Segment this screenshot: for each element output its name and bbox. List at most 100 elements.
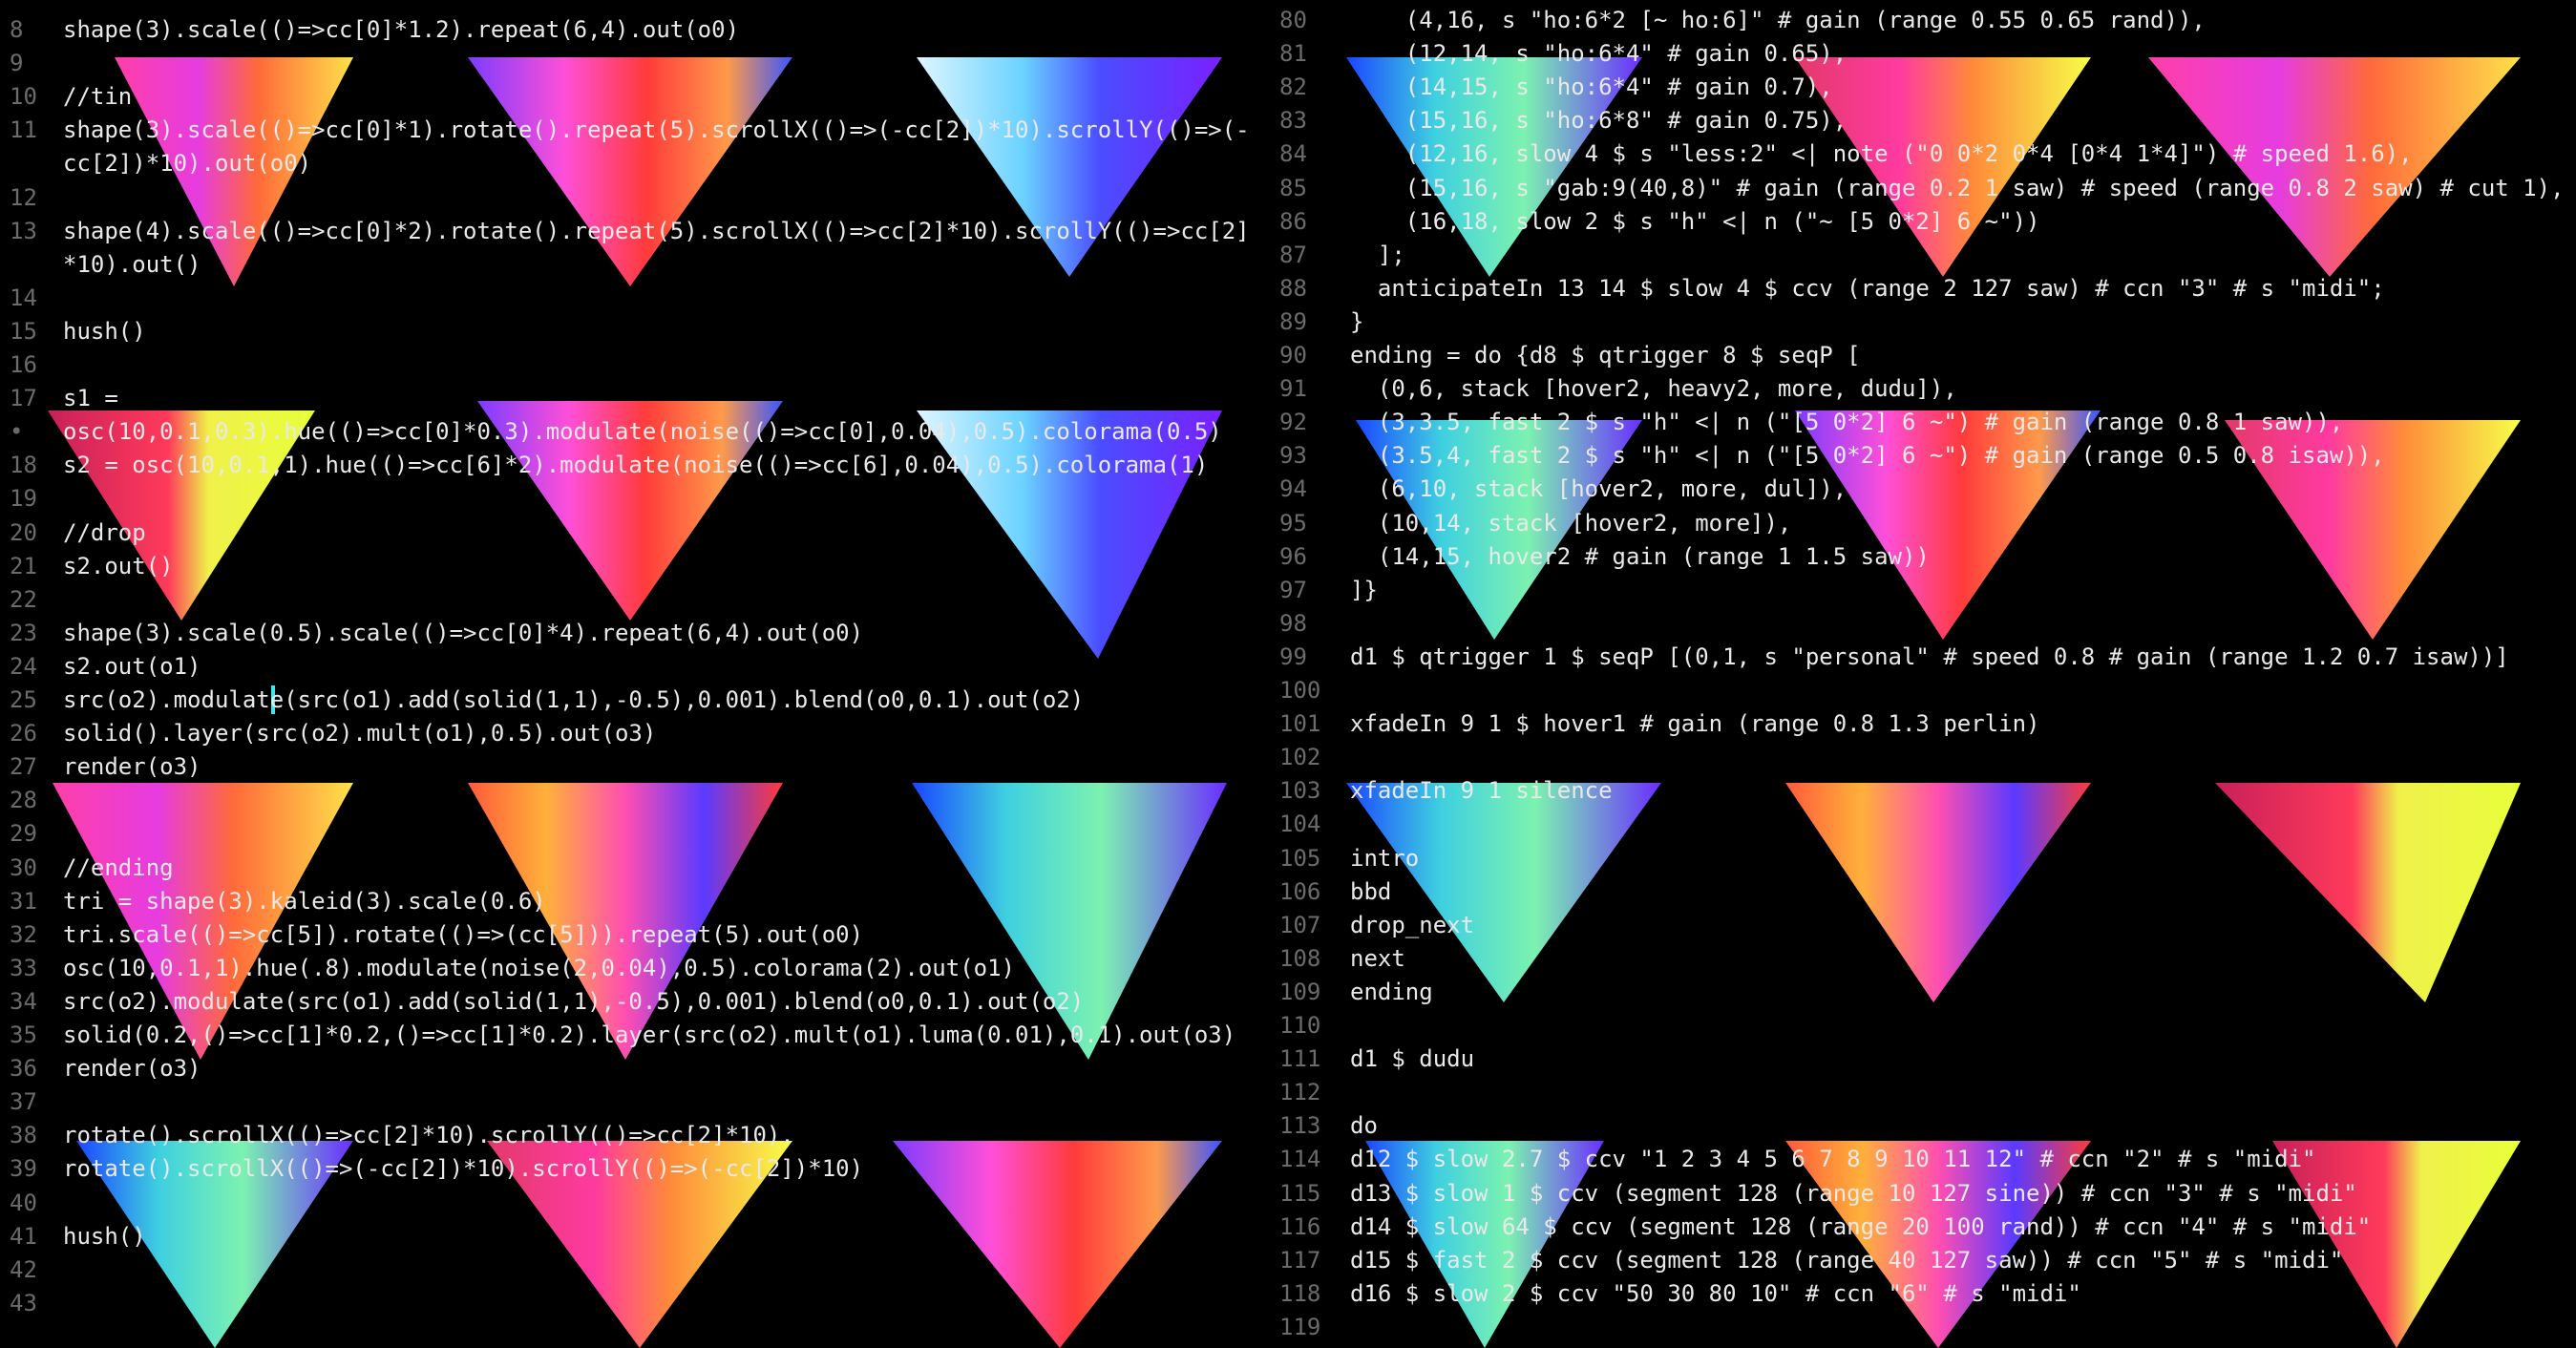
code-text[interactable]: (15,16, s "ho:6*8" # gain 0.75), (1350, 104, 1847, 137)
code-text[interactable]: hush() (63, 1220, 146, 1253)
code-line[interactable]: 17 s1 = (0, 382, 1270, 415)
code-line[interactable]: 106 bbd (1270, 875, 2576, 909)
code-line[interactable]: 82 (14,15, s "ho:6*4" # gain 0.7), (1270, 71, 2576, 104)
code-text[interactable]: cc[2])*10).out(o0) (63, 147, 311, 180)
code-text[interactable]: shape(3).scale(0.5).scale(()=>cc[0]*4).r… (63, 617, 863, 650)
code-line[interactable]: 90 ending = do {d8 $ qtrigger 8 $ seqP [ (1270, 339, 2576, 372)
code-line[interactable]: 42 (0, 1253, 1270, 1287)
code-text[interactable]: src(o2).modulate(src(o1).add(solid(1,1),… (63, 684, 1084, 717)
code-text[interactable]: (15,16, s "gab:9(40,8)" # gain (range 0.… (1350, 172, 2565, 205)
code-line[interactable]: 40 (0, 1187, 1270, 1220)
code-text[interactable]: } (1350, 305, 1363, 339)
code-line[interactable]: 112 (1270, 1076, 2576, 1109)
code-text[interactable]: s2 = osc(10,0.1,1).hue(()=>cc[6]*2).modu… (63, 449, 1208, 482)
code-line[interactable]: 10 //tin (0, 80, 1270, 114)
code-line[interactable]: 89} (1270, 305, 2576, 339)
code-text[interactable]: s1 = (63, 382, 118, 415)
code-line[interactable]: 98 (1270, 607, 2576, 641)
code-line[interactable]: *10).out() (0, 248, 1270, 282)
code-text[interactable]: d12 $ slow 2.7 $ ccv "1 2 3 4 5 6 7 8 9 … (1350, 1143, 2315, 1176)
code-text[interactable]: solid().layer(src(o2).mult(o1),0.5).out(… (63, 717, 656, 750)
code-line[interactable]: 88 anticipateIn 13 14 $ slow 4 $ ccv (ra… (1270, 272, 2576, 305)
code-text[interactable]: solid(0.2,()=>cc[1]*0.2,()=>cc[1]*0.2).l… (63, 1019, 1235, 1052)
code-line[interactable]: 100 (1270, 674, 2576, 707)
code-line[interactable]: 94 (6,10, stack [hover2, more, dul]), (1270, 473, 2576, 506)
code-line[interactable]: 80 (4,16, s "ho:6*2 [~ ho:6]" # gain (ra… (1270, 4, 2576, 37)
code-line[interactable]: 84 (12,16, slow 4 $ s "less:2" <| note (… (1270, 137, 2576, 171)
code-text[interactable]: next (1350, 942, 1405, 976)
code-text[interactable]: anticipateIn 13 14 $ slow 4 $ ccv (range… (1350, 272, 2385, 305)
code-line[interactable]: 13 shape(4).scale(()=>cc[0]*2).rotate().r… (0, 215, 1270, 248)
code-line[interactable]: 103 xfadeIn 9 1 silence (1270, 774, 2576, 808)
code-text[interactable]: render(o3) (63, 750, 201, 784)
code-line[interactable]: 108 next (1270, 942, 2576, 976)
code-line[interactable]: 104 (1270, 808, 2576, 841)
code-line[interactable]: 93 (3.5,4, fast 2 $ s "h" <| n ("[5 0*2]… (1270, 439, 2576, 473)
code-text[interactable]: shape(3).scale(()=>cc[0]*1).rotate().rep… (63, 114, 1250, 147)
code-line[interactable]: 41 hush() (0, 1220, 1270, 1253)
code-text[interactable]: d13 $ slow 1 $ ccv (segment 128 (range 1… (1350, 1177, 2357, 1211)
left-code-editor[interactable]: 8 shape(3).scale(()=>cc[0]*1.2).repeat(6,… (0, 0, 1270, 1348)
code-text[interactable]: s2.out() (63, 550, 174, 583)
code-text[interactable]: src(o2).modulate(src(o1).add(solid(1,1),… (63, 985, 1084, 1019)
code-line[interactable]: cc[2])*10).out(o0) (0, 147, 1270, 180)
code-text[interactable]: d1 $ dudu (1350, 1043, 1474, 1076)
code-line[interactable]: 97]} (1270, 574, 2576, 607)
code-text[interactable]: tri.scale(()=>cc[5]).rotate(()=>(cc[5]))… (63, 918, 863, 952)
code-text[interactable]: osc(10,0.1,1).hue(.8).modulate(noise(2,0… (63, 952, 1015, 985)
code-line[interactable]: 109 ending (1270, 976, 2576, 1009)
code-text[interactable]: d14 $ slow 64 $ ccv (segment 128 (range … (1350, 1211, 2371, 1244)
code-text[interactable]: xfadeIn 9 1 $ hover1 # gain (range 0.8 1… (1350, 707, 2039, 741)
code-text[interactable]: d15 $ fast 2 $ ccv (segment 128 (range 4… (1350, 1244, 2343, 1277)
code-text[interactable]: (10,14, stack [hover2, more]), (1350, 507, 1791, 540)
code-line[interactable]: 37 (0, 1085, 1270, 1119)
code-line[interactable]: 34 src(o2).modulate(src(o1).add(solid(1,1… (0, 985, 1270, 1019)
code-line[interactable]: 86 (16,18, slow 2 $ s "h" <| n ("~ [5 0*… (1270, 205, 2576, 239)
code-line[interactable]: 113 do (1270, 1109, 2576, 1143)
code-text[interactable]: intro (1350, 842, 1419, 875)
code-text[interactable]: shape(3).scale(()=>cc[0]*1.2).repeat(6,4… (63, 13, 739, 47)
code-line[interactable]: 12 (0, 181, 1270, 215)
code-line[interactable]: 35 solid(0.2,()=>cc[1]*0.2,()=>cc[1]*0.2)… (0, 1019, 1270, 1052)
code-line[interactable]: 119 (1270, 1311, 2576, 1344)
code-line[interactable]: 36 render(o3) (0, 1052, 1270, 1085)
code-line[interactable]: 15 hush() (0, 315, 1270, 348)
code-line[interactable]: 95 (10,14, stack [hover2, more]), (1270, 507, 2576, 540)
code-text[interactable]: ]; (1350, 239, 1405, 272)
code-text[interactable]: d16 $ slow 2 $ ccv "50 30 80 10" # ccn "… (1350, 1277, 2081, 1311)
code-text[interactable]: d1 $ qtrigger 1 $ seqP [(0,1, s "persona… (1350, 641, 2509, 674)
code-line[interactable]: 14 (0, 282, 1270, 315)
code-text[interactable]: (12,16, slow 4 $ s "less:2" <| note ("0 … (1350, 137, 2413, 171)
code-line[interactable]: 16 (0, 348, 1270, 382)
code-text[interactable]: *10).out() (63, 248, 201, 282)
code-text[interactable]: xfadeIn 9 1 silence (1350, 774, 1613, 808)
code-line[interactable]: 85 (15,16, s "gab:9(40,8)" # gain (range… (1270, 172, 2576, 205)
code-text[interactable]: (3.5,4, fast 2 $ s "h" <| n ("[5 0*2] 6 … (1350, 439, 2385, 473)
code-line[interactable]: 29 (0, 817, 1270, 851)
code-text[interactable]: //tin (63, 80, 132, 114)
code-line[interactable]: 101 xfadeIn 9 1 $ hover1 # gain (range 0.… (1270, 707, 2576, 741)
code-line[interactable]: 28 (0, 784, 1270, 817)
code-text[interactable]: tri = shape(3).kaleid(3).scale(0.6) (63, 885, 546, 918)
code-line[interactable]: 99 d1 $ qtrigger 1 $ seqP [(0,1, s "perso… (1270, 641, 2576, 674)
code-text[interactable]: (14,15, s "ho:6*4" # gain 0.7), (1350, 71, 1833, 104)
code-line[interactable]: 43 (0, 1287, 1270, 1320)
code-line[interactable]: 107 drop_next (1270, 909, 2576, 942)
code-line[interactable]: 114 d12 $ slow 2.7 $ ccv "1 2 3 4 5 6 7 8… (1270, 1143, 2576, 1176)
code-text[interactable]: //ending (63, 852, 174, 885)
code-text[interactable]: hush() (63, 315, 146, 348)
code-line[interactable]: 26 solid().layer(src(o2).mult(o1),0.5).ou… (0, 717, 1270, 750)
code-line[interactable]: 27 render(o3) (0, 750, 1270, 784)
code-line[interactable]: 8 shape(3).scale(()=>cc[0]*1.2).repeat(6,… (0, 13, 1270, 47)
code-text[interactable]: osc(10,0.1,0.3).hue(()=>cc[0]*0.3).modul… (63, 415, 1222, 449)
code-text[interactable]: (14,15, hover2 # gain (range 1 1.5 saw)) (1350, 540, 1930, 574)
code-line[interactable]: 19 (0, 482, 1270, 516)
code-line[interactable]: 87 ]; (1270, 239, 2576, 272)
code-text[interactable]: //drop (63, 516, 146, 550)
code-text[interactable]: (3,3.5, fast 2 $ s "h" <| n ("[5 0*2] 6 … (1350, 406, 2343, 439)
code-text[interactable]: ending (1350, 976, 1433, 1009)
code-line[interactable]: 20 //drop (0, 516, 1270, 550)
code-text[interactable]: drop_next (1350, 909, 1474, 942)
code-text[interactable]: rotate().scrollX(()=>cc[2]*10).scrollY((… (63, 1119, 794, 1152)
code-line[interactable]: 21 s2.out() (0, 550, 1270, 583)
